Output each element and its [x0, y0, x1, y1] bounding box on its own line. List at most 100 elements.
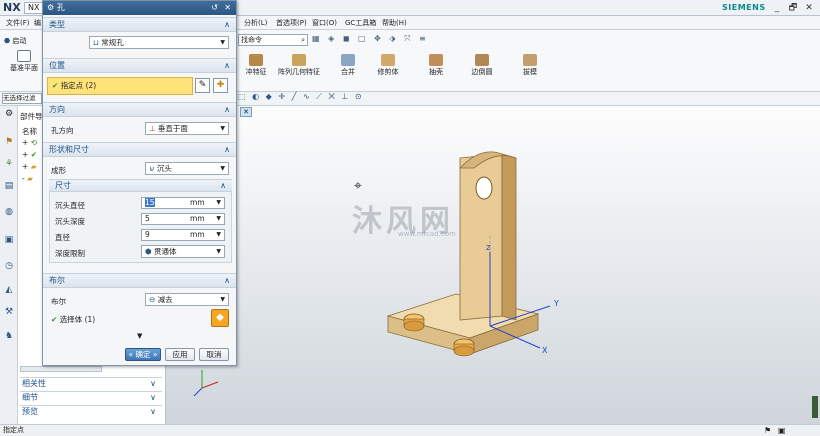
- depth-limit-dropdown[interactable]: ⬢ 贯通体 ▼: [141, 245, 225, 258]
- app-tab[interactable]: NX: [24, 2, 44, 14]
- point-dialog-button[interactable]: ✚: [213, 78, 228, 93]
- apply-button[interactable]: 应用: [165, 348, 195, 361]
- boolean-section-header[interactable]: 布尔 ∧: [43, 273, 236, 288]
- snap-icon[interactable]: ✥: [374, 34, 384, 43]
- reuse-library-icon[interactable]: ◍: [3, 206, 15, 218]
- expand-icon[interactable]: +: [22, 162, 28, 171]
- settings-icon[interactable]: ⚙: [3, 108, 15, 120]
- type-section-header[interactable]: 类型 ∧: [43, 17, 236, 32]
- render-icon[interactable]: ◈: [328, 34, 337, 43]
- cube-icon[interactable]: ◼: [343, 34, 353, 43]
- tree-row[interactable]: + ✔: [22, 149, 37, 160]
- more-options-arrow-icon[interactable]: ▼: [137, 332, 142, 340]
- tangent-icon[interactable]: ⟋: [316, 92, 324, 101]
- process-studio-icon[interactable]: ◭: [3, 284, 15, 296]
- menu-help[interactable]: 帮助(H): [380, 17, 409, 29]
- web-browser-icon[interactable]: ▣: [3, 234, 15, 246]
- history-icon[interactable]: ◷: [3, 260, 15, 272]
- grid-icon[interactable]: ≡: [419, 34, 429, 43]
- dialog-title-bar[interactable]: ⚙ 孔 ↺ ✕: [43, 1, 236, 15]
- perpendicular-icon[interactable]: ⊥: [341, 92, 350, 101]
- name-column-header[interactable]: 名称: [22, 126, 37, 137]
- face-icon[interactable]: ◐: [252, 92, 261, 101]
- dropdown-arrow-icon[interactable]: ▼: [216, 230, 221, 240]
- specify-point-row[interactable]: ✔ 指定点 (2): [47, 77, 193, 95]
- dependencies-section[interactable]: 相关性 ∨: [20, 377, 162, 390]
- trim-body-button[interactable]: 修剪体: [366, 52, 410, 92]
- layer-icon[interactable]: ⬗: [389, 34, 398, 43]
- curve-icon[interactable]: ∿: [303, 92, 312, 101]
- dialog-close-icon[interactable]: ✕: [224, 1, 231, 15]
- flag-icon[interactable]: ⚑: [764, 425, 771, 436]
- unite-button[interactable]: 合并: [326, 52, 370, 92]
- dialog-gear-icon: ⚙: [47, 3, 55, 12]
- window-icon[interactable]: ▣: [778, 425, 786, 436]
- boolean-dropdown[interactable]: ⊖ 减去 ▼: [145, 293, 229, 306]
- tree-row[interactable]: + ⟲: [22, 137, 37, 148]
- point-icon[interactable]: ⊙: [355, 92, 364, 101]
- datum-plane-button[interactable]: 基准平面: [2, 48, 46, 88]
- move-icon[interactable]: ⤧: [404, 34, 413, 43]
- hole-direction-dropdown[interactable]: ⊥ 垂直于面 ▼: [145, 122, 229, 135]
- graphics-viewport[interactable]: Y X Z 沐风网 www.mfcad.com ⌖: [166, 106, 820, 424]
- assembly-navigator-icon[interactable]: ⚘: [3, 158, 15, 170]
- menu-window[interactable]: 窗口(O): [310, 17, 339, 29]
- side-tab[interactable]: [812, 396, 818, 418]
- restore-button[interactable]: 🗗: [786, 2, 800, 14]
- body-icon[interactable]: ◆: [266, 92, 274, 101]
- minimize-button[interactable]: _: [770, 2, 784, 14]
- selection-filter-dropdown[interactable]: 无选择过滤器: [2, 93, 42, 104]
- hole-type-dropdown[interactable]: ⊔ 常规孔 ▼: [89, 36, 229, 49]
- roles-icon[interactable]: ⚒: [3, 306, 15, 318]
- cb-depth-input[interactable]: 5 mm ▼: [141, 213, 225, 225]
- draft-button[interactable]: 拔模: [508, 52, 552, 92]
- reset-icon[interactable]: ↺: [211, 1, 218, 15]
- dimensions-header[interactable]: 尺寸 ∧: [49, 179, 232, 192]
- constraint-navigator-icon[interactable]: ▤: [3, 180, 15, 192]
- details-section[interactable]: 细节 ∨: [20, 391, 162, 404]
- start-button[interactable]: ⬣ 启动: [4, 36, 26, 46]
- dropdown-arrow-icon[interactable]: ▼: [216, 198, 221, 208]
- snap-point-icon[interactable]: ✛: [278, 92, 287, 101]
- intersect-icon[interactable]: ⨉: [328, 92, 336, 101]
- expand-icon[interactable]: +: [22, 150, 28, 159]
- view-icon[interactable]: ▦: [312, 34, 323, 43]
- shell-button[interactable]: 抽壳: [414, 52, 458, 92]
- expand-icon[interactable]: -: [22, 174, 25, 183]
- ok-button[interactable]: « 确定 »: [125, 348, 161, 361]
- shape-section-header[interactable]: 形状和尺寸 ∧: [43, 142, 236, 157]
- expand-icon[interactable]: +: [22, 138, 28, 147]
- counterbore-hole-1[interactable]: [403, 313, 425, 332]
- part-navigator-icon[interactable]: ⚑: [3, 136, 15, 148]
- pattern-geometry-button[interactable]: 阵列几何特征: [274, 52, 324, 92]
- line-icon[interactable]: ╱: [292, 92, 299, 101]
- sketch-section-button[interactable]: ✎: [195, 78, 210, 93]
- select-box-icon[interactable]: ⬚: [238, 92, 248, 101]
- diameter-input[interactable]: 9 mm ▼: [141, 229, 225, 241]
- select-body-row[interactable]: ✔ 选择体 (1): [51, 314, 95, 325]
- extrude-feature-button[interactable]: 冲特征: [234, 52, 278, 92]
- menu-preferences[interactable]: 首选项(P): [274, 17, 309, 29]
- preview-section[interactable]: 预览 ∨: [20, 405, 162, 418]
- form-dropdown[interactable]: ⊍ 沉头 ▼: [145, 162, 229, 175]
- menu-file[interactable]: 文件(F): [4, 17, 32, 29]
- command-search-input[interactable]: 找命令 ⌕: [238, 34, 308, 46]
- system-scene-icon[interactable]: ♞: [3, 330, 15, 342]
- position-section-header[interactable]: 位置 ∧: [43, 58, 236, 73]
- direction-section-header[interactable]: 方向 ∧: [43, 102, 236, 117]
- navigator-scrollbar[interactable]: [20, 366, 102, 372]
- frame-icon[interactable]: ▢: [358, 34, 369, 43]
- tree-row[interactable]: + ▰: [22, 161, 36, 172]
- cancel-button[interactable]: 取消: [199, 348, 229, 361]
- menu-analysis[interactable]: 分析(L): [242, 17, 269, 29]
- edge-blend-button[interactable]: 边倒圆: [460, 52, 504, 92]
- tree-row[interactable]: - ▰: [22, 173, 33, 184]
- viewport-close-tab[interactable]: ✕: [240, 107, 252, 117]
- close-window-button[interactable]: ✕: [802, 2, 816, 14]
- counterbore-hole-2[interactable]: [453, 338, 475, 357]
- menu-gc-toolbox[interactable]: GC工具箱: [343, 17, 378, 29]
- vertical-plate[interactable]: [459, 151, 517, 326]
- cb-diameter-input[interactable]: 15 mm ▼: [141, 197, 225, 209]
- dropdown-arrow-icon[interactable]: ▼: [216, 214, 221, 224]
- select-body-button[interactable]: ◆: [211, 309, 229, 327]
